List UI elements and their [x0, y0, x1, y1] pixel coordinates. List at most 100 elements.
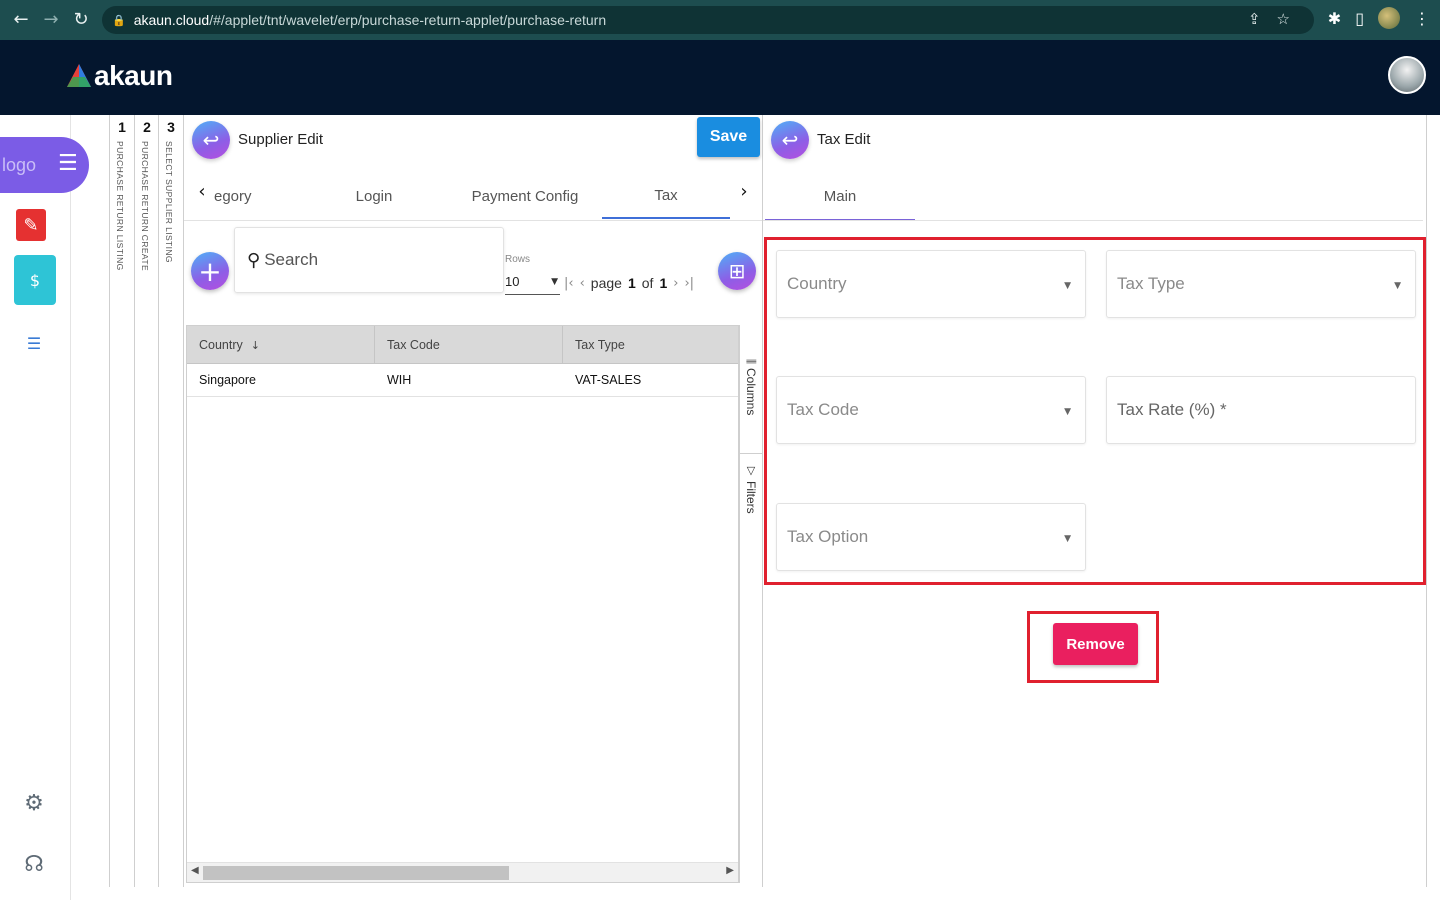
user-avatar[interactable]: [1388, 56, 1426, 94]
first-page-icon[interactable]: |‹: [564, 276, 574, 291]
extensions-puzzle-icon[interactable]: ✱: [1328, 9, 1341, 28]
address-bar[interactable]: 🔒 akaun.cloud /#/applet/tnt/wavelet/erp/…: [102, 6, 1314, 34]
save-button[interactable]: Save: [697, 117, 760, 157]
forward-arrow-icon[interactable]: →: [36, 4, 66, 34]
tax-rate-label: Tax Rate (%) *: [1117, 400, 1227, 419]
panel-title: Tax Edit: [817, 131, 871, 148]
tax-option-select[interactable]: Tax Option ▼: [776, 503, 1086, 571]
invoice-document-icon[interactable]: $: [14, 255, 56, 305]
pagination: |‹ ‹ page 1 of 1 › ›|: [564, 275, 694, 291]
rows-per-page-select[interactable]: 10 ▼: [505, 269, 560, 295]
breadcrumb-step-2[interactable]: 2 PURCHASE RETURN CREATE: [134, 115, 159, 887]
pdf-icon[interactable]: ✎: [16, 209, 46, 241]
logo-broken-image: logo: [2, 155, 37, 175]
list-icon[interactable]: ☰: [24, 333, 44, 353]
column-header-label: Country: [199, 338, 243, 352]
tab-category[interactable]: egory: [214, 173, 274, 219]
gear-icon[interactable]: ⚙: [22, 791, 46, 816]
country-select[interactable]: Country ▼: [776, 250, 1086, 318]
panel-title: Supplier Edit: [238, 131, 324, 148]
brand-name: akaun: [94, 60, 173, 91]
grid-view-button[interactable]: ⊞: [718, 252, 756, 290]
headset-icon[interactable]: ☊: [22, 851, 46, 877]
column-header-tax-code[interactable]: Tax Code: [375, 326, 563, 364]
caret-down-icon: ▼: [1064, 407, 1071, 417]
left-rail: logo ☰ ✎ $ ☰ ⚙ ☊: [0, 115, 89, 900]
table-row[interactable]: Singapore WIH VAT-SALES: [187, 364, 738, 397]
tax-back-button[interactable]: ↩: [771, 121, 809, 159]
tab-main[interactable]: Main: [765, 173, 915, 221]
tab-payment-config[interactable]: Payment Config: [454, 173, 596, 219]
filters-side-tab[interactable]: ▽ Filters: [740, 453, 762, 525]
column-header-tax-type[interactable]: Tax Type: [563, 326, 738, 364]
remove-button[interactable]: Remove: [1053, 623, 1138, 665]
cell-tax-code: WIH: [387, 373, 412, 387]
supplier-back-button[interactable]: ↩: [192, 121, 230, 159]
tax-edit-panel: ↩ Tax Edit Main Country ▼ Tax Type ▼ Tax…: [763, 115, 1427, 887]
plus-icon: +: [198, 254, 222, 288]
menu-toggle-icon[interactable]: ☰: [58, 151, 78, 176]
breadcrumb-step-label: PURCHASE RETURN LISTING: [115, 141, 125, 271]
columns-label: Columns: [744, 368, 758, 416]
search-input[interactable]: ⚲ Search: [234, 227, 504, 293]
profile-avatar-icon[interactable]: [1378, 7, 1400, 29]
tab-tax[interactable]: Tax: [602, 173, 730, 219]
bookmark-star-icon[interactable]: ☆: [1277, 10, 1290, 28]
breadcrumb-step-3[interactable]: 3 SELECT SUPPLIER LISTING: [158, 115, 183, 887]
reload-icon[interactable]: ↻: [66, 4, 96, 34]
back-arrow-icon: ↩: [202, 128, 220, 152]
add-button[interactable]: +: [191, 252, 229, 290]
supplier-edit-panel: ↩ Supplier Edit Save ‹ egory Login Payme…: [183, 115, 763, 887]
filter-icon: ▽: [744, 464, 758, 477]
tax-grid: Country ↓ Tax Code Tax Type Singapore WI…: [186, 325, 739, 883]
logo-menu-pill[interactable]: logo ☰: [0, 137, 89, 193]
breadcrumb-step-label: PURCHASE RETURN CREATE: [140, 141, 150, 272]
grid-side-toolbar: ⫼ Columns ▽ Filters: [739, 325, 762, 883]
columns-icon: ⫼: [744, 359, 758, 365]
remove-highlight: Remove: [1027, 611, 1159, 683]
rows-value: 10: [505, 274, 520, 289]
browser-toolbar: ← → ↻ 🔒 akaun.cloud /#/applet/tnt/wavele…: [0, 0, 1440, 40]
tax-code-select[interactable]: Tax Code ▼: [776, 376, 1086, 444]
scroll-left-icon[interactable]: ◀: [191, 865, 199, 876]
columns-side-tab[interactable]: ⫼ Columns: [740, 355, 762, 435]
caret-down-icon: ▼: [551, 276, 558, 287]
share-icon[interactable]: ⇪: [1248, 10, 1261, 28]
prev-page-icon[interactable]: ‹: [580, 276, 585, 291]
tax-rate-input[interactable]: Tax Rate (%) *: [1106, 376, 1416, 444]
lock-icon: 🔒: [112, 13, 126, 27]
page-word: page: [590, 275, 622, 291]
grid-icon: ⊞: [728, 259, 746, 283]
tax-type-label: Tax Type: [1117, 274, 1185, 293]
tax-type-select[interactable]: Tax Type ▼: [1106, 250, 1416, 318]
browser-menu-icon[interactable]: ⋮: [1414, 9, 1430, 28]
breadcrumb-step-1[interactable]: 1 PURCHASE RETURN LISTING: [109, 115, 134, 887]
back-arrow-icon[interactable]: ←: [6, 4, 36, 34]
breadcrumb-step-number: 2: [143, 119, 151, 135]
supplier-tabs: ‹ egory Login Payment Config Tax ›: [184, 173, 762, 221]
search-placeholder: Search: [264, 250, 319, 269]
tab-scroll-left-icon[interactable]: ‹: [192, 181, 212, 202]
brand-logo[interactable]: akaun: [66, 60, 173, 92]
cell-country: Singapore: [199, 373, 256, 387]
horizontal-scrollbar[interactable]: ◀ ▶: [187, 862, 738, 882]
column-header-country[interactable]: Country ↓: [187, 326, 375, 364]
of-word: of: [641, 275, 654, 291]
breadcrumb-step-number: 1: [118, 119, 126, 135]
search-icon: ⚲: [247, 249, 261, 271]
back-arrow-icon: ↩: [781, 128, 799, 152]
next-page-icon[interactable]: ›: [673, 276, 678, 291]
url-domain: akaun.cloud: [133, 12, 210, 28]
tab-divider: [763, 220, 1423, 221]
side-panel-icon[interactable]: ▯: [1355, 9, 1364, 28]
sort-down-arrow-icon: ↓: [250, 338, 260, 352]
scrollbar-thumb[interactable]: [203, 866, 509, 880]
total-pages: 1: [659, 275, 668, 291]
caret-down-icon: ▼: [1064, 281, 1071, 291]
tab-scroll-right-icon[interactable]: ›: [734, 181, 754, 202]
current-page: 1: [627, 275, 636, 291]
scroll-right-icon[interactable]: ▶: [726, 865, 734, 876]
tab-login[interactable]: Login: [314, 173, 434, 219]
last-page-icon[interactable]: ›|: [684, 276, 694, 291]
url-path: /#/applet/tnt/wavelet/erp/purchase-retur…: [209, 12, 607, 28]
